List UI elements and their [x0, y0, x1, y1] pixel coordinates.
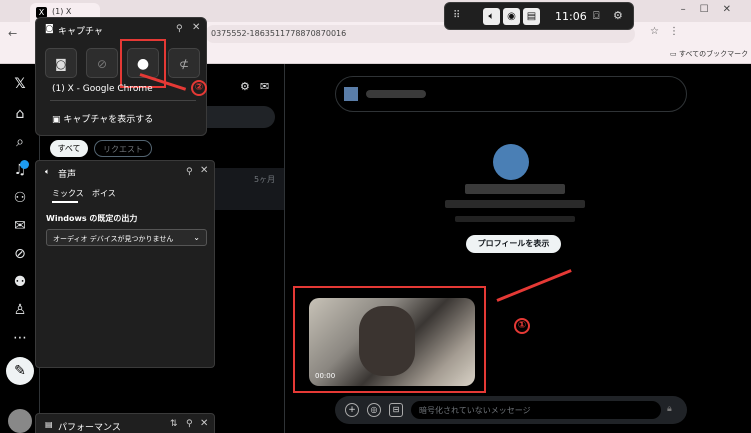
message-input[interactable]: 暗号化されていないメッセージ: [411, 401, 661, 419]
annotation-marker-2: ②: [191, 80, 207, 96]
search-icon[interactable]: ⌕: [10, 132, 30, 152]
camera-icon: ◙: [55, 57, 67, 71]
gamebar-clock: 11:06: [555, 10, 587, 23]
audio-widget-toggle-icon[interactable]: 🔈︎: [483, 8, 500, 25]
record-last-button[interactable]: ⊘: [86, 48, 118, 78]
left-nav: 𝕏 ⌂ ⌕ ♫ ⚇ ✉ ⊘ ⚉ ♙ ⋯ ✎: [0, 64, 40, 433]
divider: [50, 100, 196, 101]
pin-icon[interactable]: ⚲: [176, 24, 183, 34]
mic-toggle-button[interactable]: ⊄: [168, 48, 200, 78]
annotation-marker-1: ①: [514, 318, 530, 334]
video-message-thumbnail[interactable]: 00:00: [309, 298, 475, 386]
camera-icon: ◙: [45, 24, 54, 34]
address-bar-actions[interactable]: ☆⋮: [650, 26, 689, 37]
post-button[interactable]: ✎: [6, 357, 34, 385]
pin-icon[interactable]: ⚲: [186, 419, 193, 429]
filter-all[interactable]: すべて: [50, 140, 88, 157]
grok-icon[interactable]: ⊘: [10, 244, 30, 264]
show-captures-label: キャプチャを表示する: [63, 115, 154, 125]
communities-icon[interactable]: ⚉: [10, 272, 30, 292]
more-icon[interactable]: ⋯: [10, 328, 30, 348]
filter-requests[interactable]: リクエスト: [94, 140, 152, 157]
follow-icon[interactable]: ⚇: [10, 188, 30, 208]
profile-handle-blurred: [445, 200, 585, 208]
url-text: 0375552-1863511778870870016: [211, 29, 347, 38]
add-attachment-icon[interactable]: +: [345, 403, 359, 417]
settings-gear-icon[interactable]: ⚙: [240, 80, 250, 93]
gamebar-topbar: ⠿ 🔈︎ ◉ ▤ 11:06 ⌼ ⚙: [444, 2, 634, 30]
performance-icon: ▤: [45, 420, 53, 429]
notification-badge-dot: [20, 160, 29, 169]
capture-target: (1) X - Google Chrome: [52, 84, 153, 94]
window-controls[interactable]: –☐✕: [681, 4, 745, 15]
blurred-face: [359, 306, 415, 376]
x-logo-icon[interactable]: 𝕏: [10, 74, 30, 94]
conversation-time: 5ヶ月: [254, 175, 276, 184]
gif-icon[interactable]: ◎: [367, 403, 381, 417]
media-icon[interactable]: ⊟: [389, 403, 403, 417]
capture-title: キャプチャ: [58, 27, 103, 37]
all-bookmarks-link[interactable]: ▭ すべてのブックマーク: [670, 49, 748, 59]
profile-meta-blurred: [455, 216, 575, 222]
widget-menu-icon[interactable]: ⠿: [453, 10, 460, 21]
conversation-panel: プロフィールを表示 00:00 ① + ◎ ⊟ 暗号化されていないメッセージ 🔒…: [285, 64, 751, 433]
audio-title: 音声: [58, 170, 77, 180]
output-label: Windows の既定の出力: [46, 214, 138, 223]
history-disabled-icon: ⊘: [96, 57, 108, 71]
pin-icon[interactable]: ⚲: [186, 167, 193, 177]
account-avatar[interactable]: [8, 409, 32, 433]
mouse-icon[interactable]: ⌼: [593, 9, 600, 23]
profile-icon[interactable]: ♙: [10, 300, 30, 320]
audio-widget: 🔈︎ 音声 ⚲ ✕ ミックス ボイス Windows の既定の出力 オーディオ …: [35, 160, 215, 368]
screenshot-button[interactable]: ◙: [45, 48, 77, 78]
feather-icon: ✎: [14, 363, 26, 379]
close-icon[interactable]: ✕: [200, 418, 208, 429]
performance-widget: ▤ パフォーマンス ⇅ ⚲ ✕: [35, 413, 215, 433]
blurred-avatar: [344, 87, 358, 101]
output-device-value: オーディオ デバイスが見つかりません: [53, 235, 174, 243]
speaker-icon: 🔈︎: [45, 167, 50, 176]
output-device-select[interactable]: オーディオ デバイスが見つかりません ⌄: [46, 229, 207, 246]
tab-title: (1) X: [52, 7, 72, 16]
show-captures-link[interactable]: ▣ キャプチャを表示する: [52, 112, 153, 125]
chevron-down-icon: ⌄: [193, 233, 200, 242]
messages-icon[interactable]: ✉: [10, 216, 30, 236]
close-icon[interactable]: ✕: [200, 165, 208, 176]
close-icon[interactable]: ✕: [192, 22, 200, 33]
lock-icon: 🔒︎: [667, 404, 672, 414]
new-message-icon[interactable]: ✉: [260, 80, 269, 93]
profile-name-blurred: [465, 184, 565, 194]
all-bookmarks-label: すべてのブックマーク: [678, 50, 749, 58]
back-arrow-icon[interactable]: ←: [8, 27, 17, 40]
profile-avatar-blurred: [493, 144, 529, 180]
tune-icon[interactable]: ⇅: [170, 419, 178, 429]
performance-widget-toggle-icon[interactable]: ▤: [523, 8, 540, 25]
message-composer: + ◎ ⊟ 暗号化されていないメッセージ 🔒︎: [335, 396, 687, 424]
annotation-arrow-1: [496, 269, 572, 302]
capture-widget: ◙ キャプチャ ⚲ ✕ ◙ ⊘ ● ⊄ (1) X - Google Chrom…: [35, 17, 207, 136]
video-timestamp: 00:00: [315, 372, 336, 380]
tab-voice[interactable]: ボイス: [92, 188, 116, 199]
settings-gear-icon[interactable]: ⚙: [613, 9, 623, 22]
view-profile-button[interactable]: プロフィールを表示: [466, 235, 561, 253]
performance-title: パフォーマンス: [58, 423, 121, 433]
capture-widget-toggle-icon[interactable]: ◉: [503, 8, 520, 25]
conversation-header[interactable]: [335, 76, 687, 112]
tab-mix[interactable]: ミックス: [52, 188, 84, 199]
tab-mix-underline: [52, 201, 78, 203]
home-icon[interactable]: ⌂: [10, 104, 30, 124]
mic-muted-icon: ⊄: [178, 57, 190, 71]
blurred-name: [366, 90, 426, 98]
